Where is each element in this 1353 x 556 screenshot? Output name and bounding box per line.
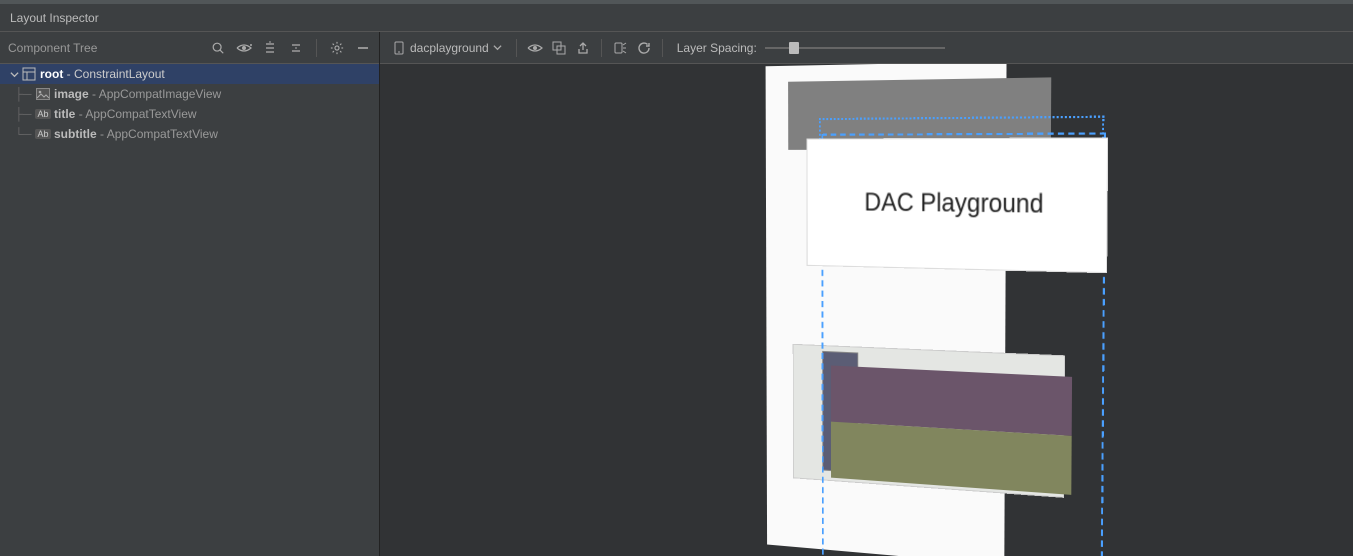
divider <box>662 39 663 57</box>
eye-icon[interactable] <box>527 40 543 56</box>
process-select[interactable]: dacplayground <box>388 39 506 57</box>
image-icon <box>34 88 52 100</box>
tree-node-label: title - AppCompatTextView <box>54 107 197 121</box>
tree-node-label: image - AppCompatImageView <box>54 87 221 101</box>
divider <box>316 39 317 57</box>
collapse-all-icon[interactable] <box>288 40 304 56</box>
component-tree-toolbar <box>210 39 371 57</box>
minimize-icon[interactable] <box>355 40 371 56</box>
component-tree: root - ConstraintLayout ├─ image - AppCo… <box>0 64 379 556</box>
gear-icon[interactable] <box>329 40 345 56</box>
canvas-toolbar: dacplayground Layer Spacing: <box>380 32 1353 64</box>
layout-3d-canvas[interactable]: DAC Playground <box>380 64 1353 556</box>
layer-spacing-label: Layer Spacing: <box>677 41 757 55</box>
tree-branch-icon: ├─ <box>12 107 34 121</box>
window-title-bar: Layout Inspector <box>0 4 1353 32</box>
device-icon <box>392 41 406 55</box>
component-tree-panel: Component Tree <box>0 32 380 556</box>
chevron-down-icon[interactable] <box>8 70 20 79</box>
component-tree-title: Component Tree <box>8 41 97 55</box>
tree-branch-icon: ├─ <box>12 87 34 101</box>
tree-node-title[interactable]: ├─ Ab title - AppCompatTextView <box>0 104 379 124</box>
process-name: dacplayground <box>410 41 489 55</box>
layout-icon <box>20 67 38 81</box>
overlay-icon[interactable] <box>551 40 567 56</box>
component-tree-header: Component Tree <box>0 32 379 64</box>
window-title: Layout Inspector <box>10 11 99 25</box>
eye-icon[interactable] <box>236 40 252 56</box>
layer-title-text: DAC Playground <box>864 188 1043 221</box>
layer-spacing-slider[interactable] <box>765 40 945 56</box>
chevron-down-icon <box>493 43 502 52</box>
export-icon[interactable] <box>575 40 591 56</box>
slider-thumb[interactable] <box>789 42 799 54</box>
text-icon: Ab <box>34 129 52 139</box>
tree-node-label: subtitle - AppCompatTextView <box>54 127 218 141</box>
layer-title[interactable]: DAC Playground <box>806 137 1108 273</box>
divider <box>601 39 602 57</box>
tree-node-label: root - ConstraintLayout <box>40 67 165 81</box>
live-updates-icon[interactable] <box>612 40 628 56</box>
tree-node-image[interactable]: ├─ image - AppCompatImageView <box>0 84 379 104</box>
tree-node-root[interactable]: root - ConstraintLayout <box>0 64 379 84</box>
text-icon: Ab <box>34 109 52 119</box>
layout-canvas-panel: dacplayground Layer Spacing: <box>380 32 1353 556</box>
tree-node-subtitle[interactable]: └─ Ab subtitle - AppCompatTextView <box>0 124 379 144</box>
tree-branch-icon: └─ <box>12 127 34 141</box>
refresh-icon[interactable] <box>636 40 652 56</box>
search-icon[interactable] <box>210 40 226 56</box>
divider <box>516 39 517 57</box>
expand-all-icon[interactable] <box>262 40 278 56</box>
